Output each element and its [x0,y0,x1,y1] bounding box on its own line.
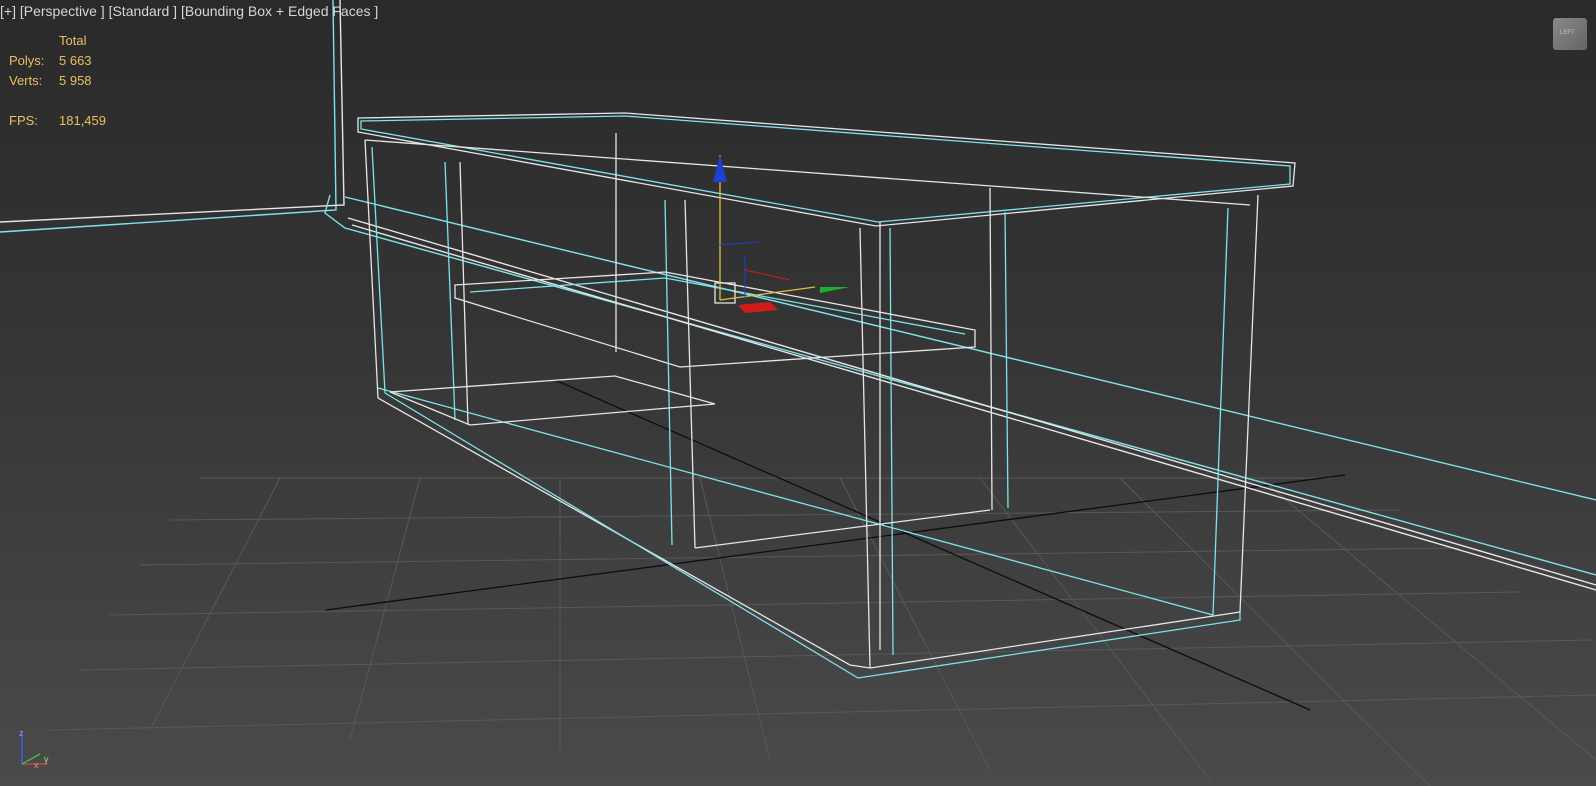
viewcube-face-label[interactable]: LEFT [1560,30,1575,36]
polys-value: 5 663 [59,53,92,68]
scene-canvas[interactable] [0,0,1596,786]
home-grid [49,477,1596,786]
axis-y-label: y [44,754,49,764]
viewport-shading-standard-menu[interactable]: [Standard ] [109,3,178,19]
perspective-viewport[interactable]: [+] [Perspective ] [Standard ] [Bounding… [0,0,1596,786]
verts-value: 5 958 [59,73,92,88]
axis-tripod-icon: z y x [19,728,49,768]
world-axes [325,379,1346,711]
verts-label: Verts: [9,73,43,88]
axis-x-label: x [34,760,39,768]
viewport-pov-menu[interactable]: [Perspective ] [20,3,105,19]
viewport-label: [+] [Perspective ] [Standard ] [Bounding… [0,3,378,19]
viewcube-icon[interactable]: LEFT [1553,18,1587,50]
fps-value: 181,459 [59,113,106,128]
move-gizmo[interactable] [713,155,850,313]
wall-wireframe [0,0,1596,591]
fps-label: FPS: [9,113,38,128]
viewport-statistics: Total Polys: 5 663 Verts: 5 958 FPS: 181,45… [9,31,139,131]
viewport-display-mode-menu[interactable]: [Bounding Box + Edged Faces ] [181,3,378,19]
viewport-general-menu[interactable]: [+] [0,3,16,19]
axis-z-label: z [19,728,24,738]
stats-header: Total [59,33,87,48]
polys-label: Polys: [9,53,45,68]
tv-stand-wireframe [357,112,1296,679]
